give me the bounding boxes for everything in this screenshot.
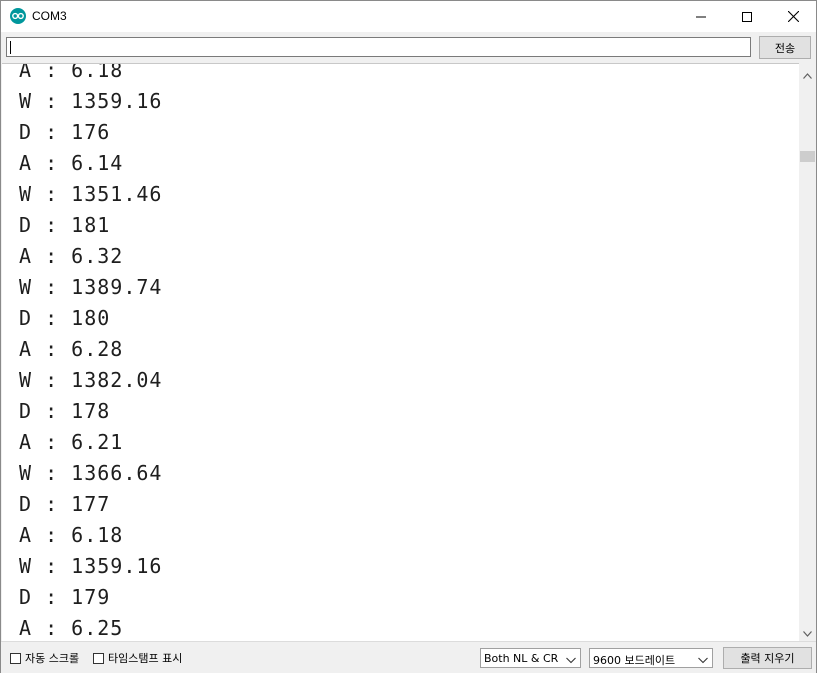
maximize-icon [742, 7, 752, 26]
output-line: W : 1359.16 [19, 554, 163, 578]
autoscroll-label: 자동 스크롤 [25, 652, 80, 665]
send-bar: 전송 [1, 32, 816, 63]
output-line: W : 1366.64 [19, 461, 163, 485]
output-line: W : 1359.16 [19, 89, 163, 113]
output-line: D : 176 [19, 120, 111, 144]
output-line: W : 1389.74 [19, 275, 163, 299]
output-line: A : 6.21 [19, 430, 124, 454]
arduino-icon [10, 8, 26, 24]
title-bar[interactable]: COM3 [1, 1, 816, 32]
output-line: A : 6.25 [19, 616, 124, 640]
scroll-up-button[interactable] [799, 65, 816, 82]
close-button[interactable] [770, 1, 816, 32]
maximize-button[interactable] [724, 1, 770, 32]
chevron-down-icon [803, 622, 812, 641]
autoscroll-checkbox-box[interactable] [10, 652, 21, 664]
timestamp-label: 타임스탬프 표시 [108, 652, 183, 665]
output-lines: A : 6.18 W : 1359.16 D : 176 A : 6.14 W : 13… [19, 63, 163, 641]
baud-rate-value: 9600 보드레이트 [593, 654, 676, 667]
output-line: A : 6.18 [19, 523, 124, 547]
send-input[interactable] [6, 37, 751, 57]
text-caret [10, 41, 11, 54]
output-line: D : 179 [19, 585, 111, 609]
chevron-down-icon [698, 654, 708, 667]
output-line: A : 6.32 [19, 244, 124, 268]
output-line: A : 6.28 [19, 337, 124, 361]
chevron-down-icon [566, 654, 576, 667]
timestamp-checkbox[interactable]: 타임스탬프 표시 [93, 651, 182, 665]
chevron-up-icon [803, 64, 812, 83]
status-bar: 자동 스크롤 타임스탬프 표시 Both NL & CR 9600 보드레이트 … [1, 641, 816, 673]
minimize-icon [696, 7, 706, 26]
minimize-button[interactable] [678, 1, 724, 32]
line-ending-value: Both NL & CR [484, 652, 559, 665]
output-line: D : 177 [19, 492, 111, 516]
send-button[interactable]: 전송 [759, 36, 811, 59]
output-line: W : 1382.04 [19, 368, 163, 392]
output-line: D : 178 [19, 399, 111, 423]
scroll-down-button[interactable] [799, 623, 816, 640]
clear-output-button[interactable]: 출력 지우기 [723, 647, 812, 669]
serial-monitor-window: COM3 전송 A : 6.18 W : 1359.16 D : 176 A : 6.… [0, 0, 817, 673]
output-line: A : 6.14 [19, 151, 124, 175]
output-line: D : 180 [19, 306, 111, 330]
timestamp-checkbox-box[interactable] [93, 652, 104, 664]
output-line: A : 6.18 [19, 63, 124, 82]
close-icon [787, 7, 799, 26]
line-ending-select[interactable]: Both NL & CR [480, 648, 581, 668]
baud-rate-select[interactable]: 9600 보드레이트 [589, 648, 713, 668]
autoscroll-checkbox[interactable]: 자동 스크롤 [10, 651, 79, 665]
serial-output[interactable]: A : 6.18 W : 1359.16 D : 176 A : 6.14 W : 13… [2, 63, 799, 641]
window-title: COM3 [32, 9, 67, 23]
scroll-thumb[interactable] [800, 150, 815, 162]
output-line: D : 181 [19, 213, 111, 237]
output-line: W : 1351.46 [19, 182, 163, 206]
vertical-scrollbar[interactable] [799, 63, 816, 641]
